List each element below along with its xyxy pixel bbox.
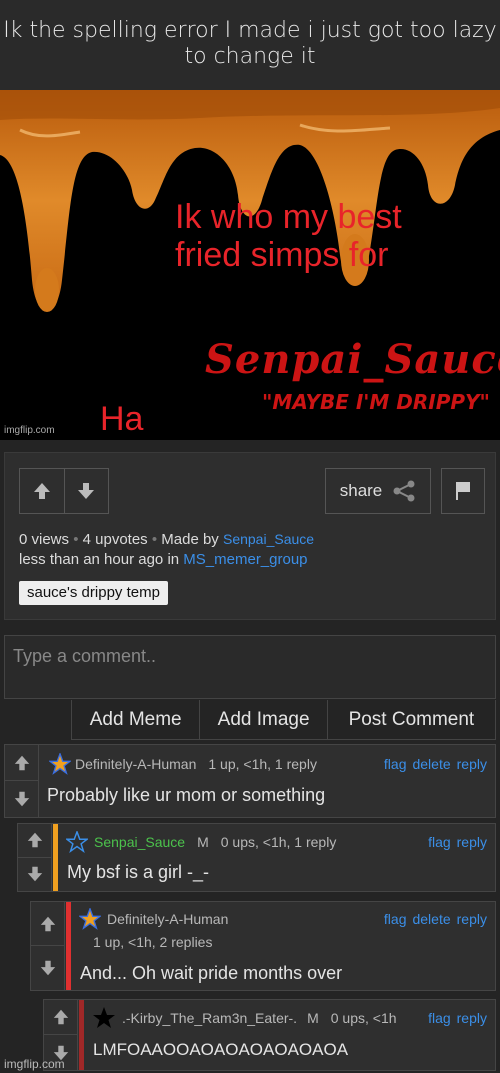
- made-by-label: Made by: [161, 531, 219, 548]
- blue-star-icon: [66, 831, 88, 853]
- post-title: Ik the spelling error I made i just got …: [0, 0, 500, 90]
- flag-link[interactable]: flag: [384, 911, 407, 927]
- comment-stats: 0 ups, <1h: [330, 1010, 397, 1026]
- upvotes-count: 4 upvotes: [82, 531, 148, 548]
- comment-item: Definitely-A-Human 1 up, <1h, 1 reply fla…: [4, 744, 496, 818]
- comment-downvote-button[interactable]: [31, 946, 64, 990]
- reply-link[interactable]: reply: [457, 911, 487, 927]
- share-label: share: [339, 481, 383, 500]
- rainbow-star-icon: [49, 753, 71, 775]
- comment-username[interactable]: Senpai_Sauce: [94, 834, 185, 850]
- comment-stats: 1 up, <1h, 1 reply: [208, 756, 317, 772]
- arrow-down-icon: [40, 960, 55, 976]
- arrow-up-icon: [27, 833, 42, 848]
- share-button[interactable]: share: [325, 468, 431, 514]
- comment-upvote-button[interactable]: [44, 1000, 77, 1035]
- comment-actions: Add Meme Add Image Post Comment: [71, 700, 496, 740]
- comment-text: My bsf is a girl -_-: [67, 862, 210, 882]
- comment-text: LMFOAAOOAOAOAOAOAOAOA: [93, 1040, 349, 1059]
- comment-text: Probably like ur mom or something: [47, 785, 326, 805]
- comment-upvote-button[interactable]: [31, 902, 64, 946]
- delete-link[interactable]: delete: [412, 756, 450, 772]
- add-image-button[interactable]: Add Image: [199, 700, 326, 739]
- stream-link[interactable]: MS_memer_group: [183, 551, 307, 568]
- post-stats: 0 views • 4 upvotes • Made by Senpai_Sau…: [19, 531, 315, 568]
- arrow-down-icon: [27, 867, 42, 882]
- meme-watermark: imgflip.com: [4, 425, 55, 436]
- comment-meta: Senpai_Sauce M 0 ups, <1h, 1 reply: [94, 834, 336, 850]
- comment-stats: 1 up, <1h, 2 replies: [93, 934, 213, 950]
- flag-link[interactable]: flag: [384, 756, 407, 772]
- comment-upvote-button[interactable]: [18, 824, 51, 858]
- vote-box: [19, 468, 109, 514]
- comment-downvote-button[interactable]: [5, 781, 38, 817]
- black-star-icon: [93, 1007, 115, 1028]
- author-link[interactable]: Senpai_Sauce: [223, 531, 314, 547]
- arrow-up-icon: [40, 916, 55, 931]
- post-comment-button[interactable]: Post Comment: [326, 700, 495, 739]
- comment-username[interactable]: Definitely-A-Human: [107, 911, 228, 927]
- post-time: less than an hour ago in: [19, 551, 180, 568]
- footer-watermark: imgflip.com: [4, 1057, 65, 1071]
- thread-bar: [79, 1000, 84, 1070]
- comment-item: Senpai_Sauce M 0 ups, <1h, 1 reply flag rep…: [17, 823, 496, 892]
- comment-stats: 0 ups, <1h, 1 reply: [220, 834, 337, 850]
- add-meme-button[interactable]: Add Meme: [72, 700, 199, 739]
- comment-username[interactable]: Definitely-A-Human: [75, 756, 196, 772]
- meme-signature: Senpai_Sauce: [205, 336, 500, 383]
- comment-meta: .-Kirby_The_Ram3n_Eater-. M 0 ups, <1h: [122, 1010, 397, 1026]
- reply-link[interactable]: reply: [457, 834, 487, 850]
- comment-actions-links: flag reply: [422, 1010, 487, 1026]
- comment-vote: [5, 745, 39, 817]
- comment-downvote-button[interactable]: [18, 858, 51, 892]
- comment-input[interactable]: Type a comment..: [4, 635, 496, 699]
- upvote-button[interactable]: [20, 469, 64, 513]
- arrow-up-icon: [14, 755, 29, 770]
- arrow-up-icon: [33, 483, 50, 499]
- comment-vote: [31, 902, 65, 990]
- arrow-up-icon: [53, 1009, 68, 1025]
- delete-link[interactable]: delete: [412, 911, 450, 927]
- mod-badge: M: [197, 834, 209, 850]
- reply-link[interactable]: reply: [457, 1010, 487, 1026]
- comment-vote: [18, 824, 52, 891]
- post-info-panel: share 0 views • 4 upvotes • Made by Senp…: [4, 452, 496, 620]
- arrow-down-icon: [14, 791, 29, 807]
- comment-actions-links: flag reply: [422, 834, 487, 850]
- comment-actions-links: flag delete reply: [378, 911, 487, 927]
- meme-image: Ik who my best fried simps for Senpai_Sa…: [0, 90, 500, 440]
- thread-bar: [66, 902, 71, 990]
- comment-text: And... Oh wait pride months over: [80, 963, 343, 983]
- mod-badge: M: [307, 1010, 319, 1026]
- tag-chip[interactable]: sauce's drippy temp: [19, 581, 168, 605]
- meme-subtitle: "MAYBE I'M DRIPPY": [262, 390, 490, 414]
- comment-upvote-button[interactable]: [5, 745, 38, 781]
- rainbow-star-icon: [79, 908, 101, 930]
- meme-ha-text: Ha: [100, 400, 144, 438]
- comment-meta: Definitely-A-Human 1 up, <1h, 1 reply: [75, 756, 317, 772]
- comment-item: Definitely-A-Human 1 up, <1h, 2 replies …: [30, 901, 496, 991]
- flag-link[interactable]: flag: [428, 1010, 451, 1026]
- reply-link[interactable]: reply: [457, 756, 487, 772]
- flag-icon: [456, 482, 470, 500]
- views-count: 0 views: [19, 531, 70, 548]
- thread-bar: [53, 824, 58, 891]
- downvote-button[interactable]: [63, 469, 108, 513]
- share-icon: [393, 480, 415, 502]
- flag-button[interactable]: [441, 468, 485, 514]
- flag-link[interactable]: flag: [428, 834, 451, 850]
- comment-username[interactable]: .-Kirby_The_Ram3n_Eater-.: [122, 1010, 297, 1026]
- meme-caption: Ik who my best fried simps for: [175, 198, 402, 274]
- comment-actions-links: flag delete reply: [378, 756, 487, 772]
- comment-item: .-Kirby_The_Ram3n_Eater-. M 0 ups, <1h fla…: [43, 999, 496, 1071]
- arrow-down-icon: [78, 483, 95, 499]
